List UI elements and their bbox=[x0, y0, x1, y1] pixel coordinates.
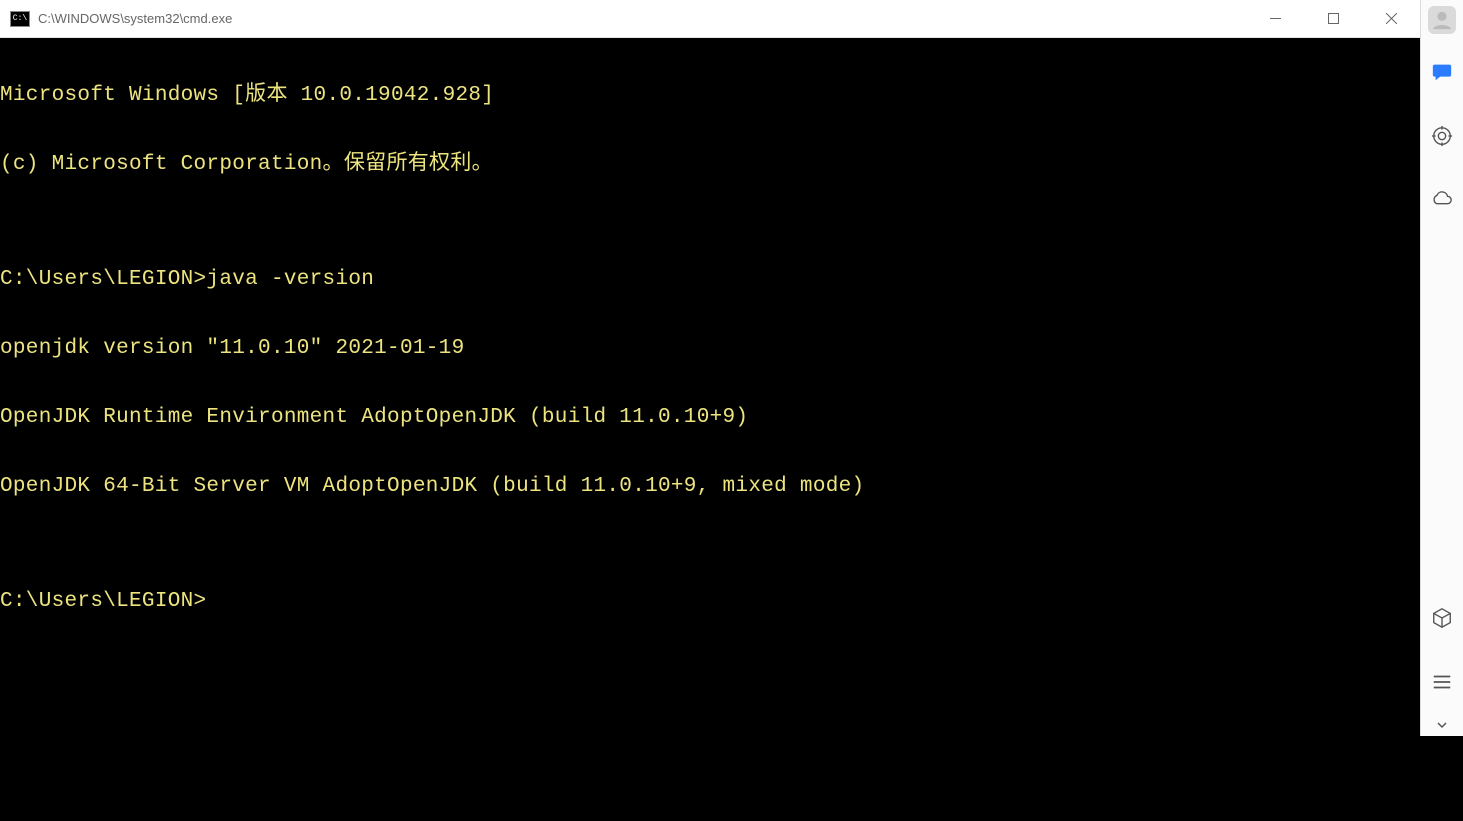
scroll-down-icon[interactable] bbox=[1421, 714, 1463, 736]
window-controls bbox=[1246, 0, 1420, 37]
minimize-button[interactable] bbox=[1246, 0, 1304, 37]
side-toolbar bbox=[1420, 0, 1463, 736]
terminal-line: (c) Microsoft Corporation。保留所有权利。 bbox=[0, 153, 1420, 176]
chat-icon[interactable] bbox=[1428, 58, 1456, 86]
maximize-button[interactable] bbox=[1304, 0, 1362, 37]
window-title: C:\WINDOWS\system32\cmd.exe bbox=[38, 11, 1246, 26]
cmd-window: C:\ C:\WINDOWS\system32\cmd.exe Microsof… bbox=[0, 0, 1420, 821]
terminal-line: OpenJDK Runtime Environment AdoptOpenJDK… bbox=[0, 406, 1420, 429]
terminal-line: Microsoft Windows [版本 10.0.19042.928] bbox=[0, 84, 1420, 107]
cube-icon[interactable] bbox=[1428, 604, 1456, 632]
target-icon[interactable] bbox=[1428, 122, 1456, 150]
titlebar[interactable]: C:\ C:\WINDOWS\system32\cmd.exe bbox=[0, 0, 1420, 38]
terminal-line: OpenJDK 64-Bit Server VM AdoptOpenJDK (b… bbox=[0, 475, 1420, 498]
terminal-line: openjdk version "11.0.10" 2021-01-19 bbox=[0, 337, 1420, 360]
cloud-icon[interactable] bbox=[1428, 186, 1456, 214]
cmd-icon: C:\ bbox=[10, 11, 30, 27]
close-button[interactable] bbox=[1362, 0, 1420, 37]
terminal-output[interactable]: Microsoft Windows [版本 10.0.19042.928] (c… bbox=[0, 38, 1420, 821]
terminal-line: C:\Users\LEGION> bbox=[0, 590, 1420, 613]
terminal-line: C:\Users\LEGION>java -version bbox=[0, 268, 1420, 291]
avatar-icon[interactable] bbox=[1428, 6, 1456, 34]
menu-icon[interactable] bbox=[1428, 668, 1456, 696]
